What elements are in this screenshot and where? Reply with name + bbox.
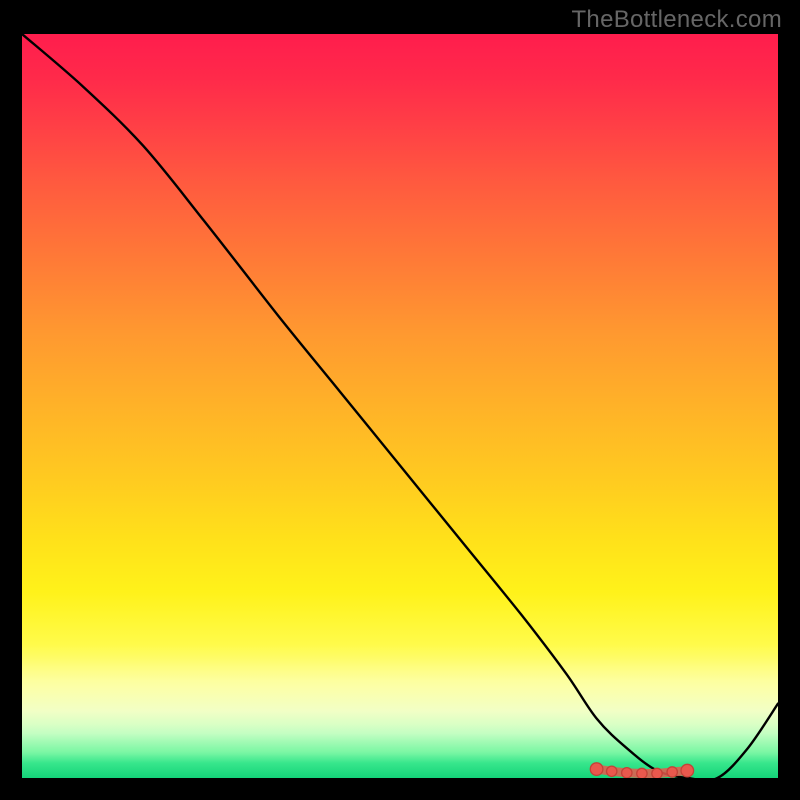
valley-marker <box>622 768 632 778</box>
plot-area <box>22 34 778 778</box>
valley-marker <box>652 768 662 778</box>
valley-markers <box>22 34 778 778</box>
valley-marker <box>667 767 677 777</box>
watermark-text: TheBottleneck.com <box>571 6 782 34</box>
valley-marker <box>637 768 647 778</box>
marker-group <box>590 763 693 778</box>
chart-frame: TheBottleneck.com <box>0 0 800 800</box>
valley-marker <box>590 763 603 776</box>
valley-marker <box>607 766 617 776</box>
valley-marker <box>681 764 694 777</box>
